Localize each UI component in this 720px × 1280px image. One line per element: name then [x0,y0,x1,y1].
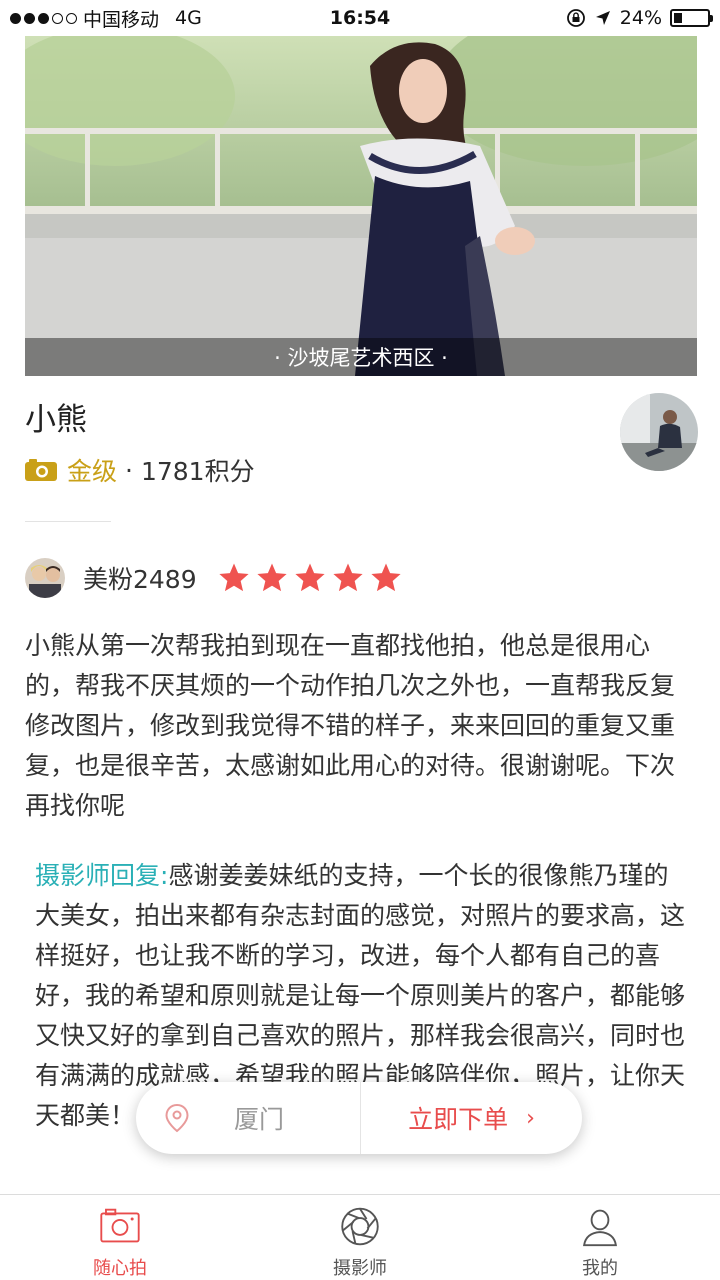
points-label: 1781积分 [140,457,255,486]
order-now-button[interactable]: 立即下单 › [361,1082,582,1154]
camera-icon [100,1208,140,1243]
photographer-name: 小熊 [25,402,87,438]
photographer-avatar-image [620,393,698,471]
reviewer-row: 美粉2489 [25,558,403,598]
tab-photographer[interactable]: 摄影师 [240,1195,480,1280]
hero-photo[interactable]: · 沙坡尾艺术西区 · [25,36,697,376]
level-label: 金级 [67,457,118,486]
camera-badge-icon [25,459,57,481]
tab-label: 我的 [582,1258,618,1279]
profile-divider [25,521,111,522]
aperture-icon [341,1207,379,1246]
reply-label: 摄影师回复: [35,861,169,890]
tab-label: 随心拍 [93,1258,147,1279]
carrier-label: 中国移动 [83,8,160,31]
order-now-label: 立即下单 [408,1105,509,1134]
chevron-right-icon: › [526,1105,535,1131]
star-icon [371,563,401,592]
reviewer-avatar-image [25,558,65,598]
review-text: 小熊从第一次帮我拍到现在一直都找他拍，他总是很用心的，帮我不厌其烦的一个动作拍几… [25,631,676,820]
star-icon [219,563,249,592]
battery-icon [670,9,713,27]
location-pin-icon [165,1103,189,1133]
network-label: 4G [175,7,202,29]
location-caption: · 沙坡尾艺术西区 · [25,338,697,376]
battery-fill [674,13,682,23]
order-bar: 厦门 立即下单 › [136,1082,582,1154]
photographer-avatar[interactable] [620,393,698,471]
status-right: 24% [566,7,713,29]
star-icon [333,563,363,592]
level-separator: · [125,455,133,485]
battery-label: 24% [619,7,662,29]
orientation-lock-icon [566,9,585,27]
status-left: 中国移动 4G [10,5,202,32]
reviewer-name: 美粉2489 [83,565,197,594]
signal-strength-icon [10,12,77,24]
city-selector[interactable]: 厦门 [136,1082,360,1154]
tab-mine[interactable]: 我的 [480,1195,720,1280]
tab-suixinpai[interactable]: 随心拍 [0,1195,240,1280]
person-icon [583,1209,617,1247]
city-label: 厦门 [234,1105,285,1134]
hero-photo-image [25,36,697,376]
star-rating [217,561,403,595]
star-icon [257,563,287,592]
status-bar: 中国移动 4G 16:54 24% [0,0,720,36]
star-icon [295,563,325,592]
reviewer-avatar[interactable] [25,558,65,598]
location-arrow-icon [595,11,610,25]
tab-bar: 随心拍 摄影师 我的 [0,1194,720,1280]
level-row: 金级 · 1781积分 [25,452,255,488]
tab-label: 摄影师 [333,1258,387,1279]
